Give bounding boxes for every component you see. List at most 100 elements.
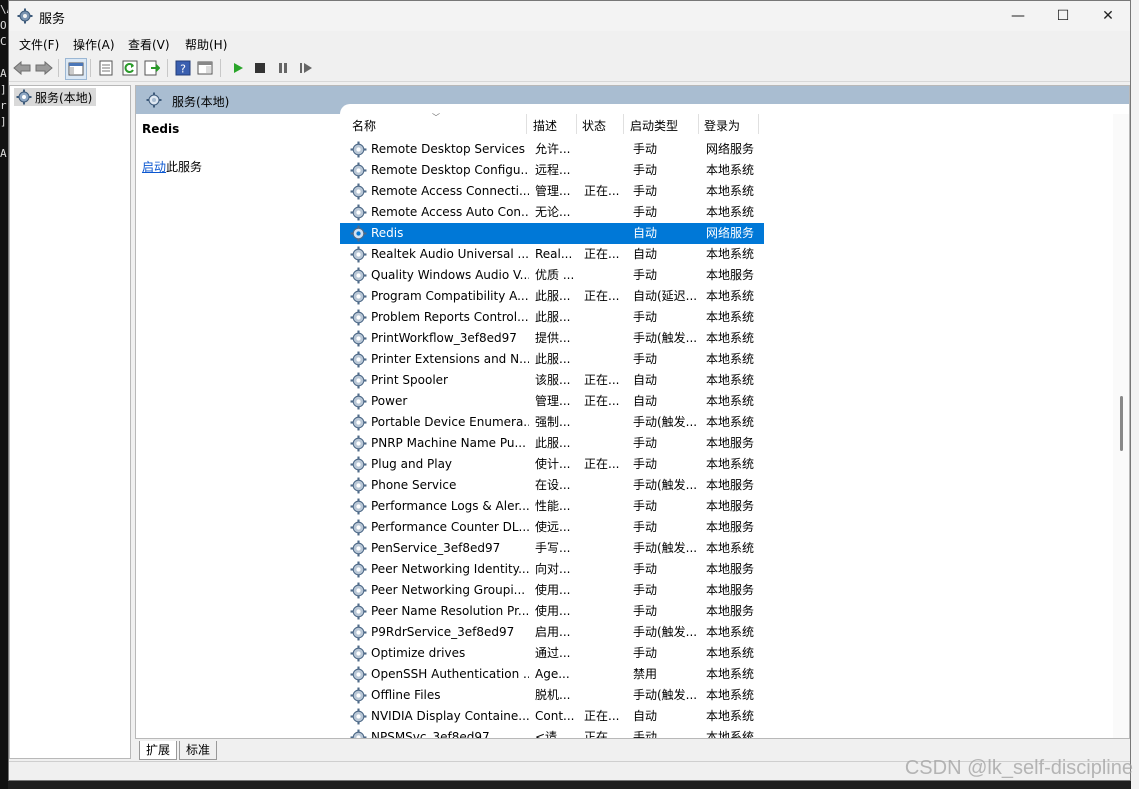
service-name: PNRP Machine Name Pu... bbox=[371, 436, 526, 450]
back-arrow-icon[interactable] bbox=[12, 58, 32, 78]
service-row[interactable]: Optimize drives 通过... 手动 本地系统 bbox=[340, 643, 764, 664]
service-row[interactable]: Peer Networking Groupi... 使用... 手动 本地服务 bbox=[340, 580, 764, 601]
service-row[interactable]: Peer Name Resolution Pr... 使用... 手动 本地服务 bbox=[340, 601, 764, 622]
service-row[interactable]: Phone Service 在设... 手动(触发... 本地服务 bbox=[340, 475, 764, 496]
tree-item-services-local[interactable]: 服务(本地) bbox=[14, 88, 97, 106]
console-tree-icon[interactable] bbox=[65, 58, 87, 80]
panel-title: 服务(本地) bbox=[172, 95, 230, 109]
menu-action[interactable]: 操作(A) bbox=[73, 36, 115, 53]
service-row[interactable]: Remote Access Auto Con... 无论... 手动 本地系统 bbox=[340, 202, 764, 223]
selected-service-title: Redis bbox=[142, 122, 180, 136]
start-service-icon[interactable] bbox=[228, 58, 248, 78]
service-row[interactable]: Program Compatibility A... 此服... 正在... 自动(延… bbox=[340, 286, 764, 307]
service-description: 提供... bbox=[535, 331, 571, 345]
service-description: 通过... bbox=[535, 646, 571, 660]
service-startup-type: 手动(触发... bbox=[633, 688, 698, 702]
service-row[interactable]: PrintWorkflow_3ef8ed97 提供... 手动(触发... 本地系统 bbox=[340, 328, 764, 349]
service-row[interactable]: Performance Counter DL... 使远... 手动 本地服务 bbox=[340, 517, 764, 538]
menu-bar: 文件(F) 操作(A) 查看(V) 帮助(H) bbox=[9, 33, 1130, 53]
service-gear-icon bbox=[350, 498, 367, 515]
service-name: NPSMSvc_3ef8ed97 bbox=[371, 730, 490, 738]
service-row[interactable]: Plug and Play 使计... 正在... 手动 本地系统 bbox=[340, 454, 764, 475]
service-row[interactable]: Printer Extensions and N... 此服... 手动 本地系统 bbox=[340, 349, 764, 370]
title-bar[interactable]: 服务 — ☐ ✕ bbox=[9, 1, 1130, 31]
service-row[interactable]: PenService_3ef8ed97 手写... 手动(触发... 本地系统 bbox=[340, 538, 764, 559]
service-row[interactable]: OpenSSH Authentication ... Age... 禁用 本地系统 bbox=[340, 664, 764, 685]
pause-service-icon[interactable] bbox=[273, 58, 293, 78]
service-logon-as: 本地服务 bbox=[706, 604, 755, 618]
stop-service-icon[interactable] bbox=[250, 58, 270, 78]
menu-view[interactable]: 查看(V) bbox=[128, 36, 170, 53]
service-row[interactable]: Print Spooler 该服... 正在... 自动 本地系统 bbox=[340, 370, 764, 391]
service-description: 此服... bbox=[535, 289, 571, 303]
service-row[interactable]: Offline Files 脱机... 手动(触发... 本地系统 bbox=[340, 685, 764, 706]
tab-standard[interactable]: 标准 bbox=[179, 741, 218, 760]
service-name: PrintWorkflow_3ef8ed97 bbox=[371, 331, 517, 345]
menu-help[interactable]: 帮助(H) bbox=[185, 36, 227, 53]
service-gear-icon bbox=[350, 309, 367, 326]
service-name: Portable Device Enumera... bbox=[371, 415, 529, 429]
export-list-icon[interactable] bbox=[142, 58, 162, 78]
close-button[interactable]: ✕ bbox=[1085, 1, 1130, 31]
service-row[interactable]: Remote Desktop Services 允许... 手动 网络服务 bbox=[340, 139, 764, 160]
console-view-icon[interactable] bbox=[195, 58, 215, 78]
service-gear-icon bbox=[350, 414, 367, 431]
column-header-description[interactable]: 描述 bbox=[533, 119, 557, 133]
service-description: 此服... bbox=[535, 310, 571, 324]
forward-arrow-icon[interactable] bbox=[34, 58, 54, 78]
scrollbar-thumb[interactable] bbox=[1120, 396, 1123, 451]
minimize-button[interactable]: — bbox=[995, 1, 1041, 31]
service-row[interactable]: Performance Logs & Aler... 性能... 手动 本地服务 bbox=[340, 496, 764, 517]
service-row[interactable]: P9RdrService_3ef8ed97 启用... 手动(触发... 本地系统 bbox=[340, 622, 764, 643]
service-row[interactable]: NVIDIA Display Containe... Cont... 正在... 自动… bbox=[340, 706, 764, 727]
service-row[interactable]: Remote Desktop Configu... 远程... 手动 本地系统 bbox=[340, 160, 764, 181]
properties-icon[interactable] bbox=[96, 58, 116, 78]
service-row[interactable]: Peer Networking Identity... 向对... 手动 本地服务 bbox=[340, 559, 764, 580]
column-header-status[interactable]: 状态 bbox=[582, 119, 606, 133]
service-row[interactable]: Quality Windows Audio V... 优质 ... 手动 本地服务 bbox=[340, 265, 764, 286]
service-status: 正在... bbox=[584, 289, 620, 303]
vertical-scrollbar[interactable] bbox=[1113, 114, 1129, 738]
service-description: Real... bbox=[535, 247, 573, 261]
service-row[interactable]: Remote Access Connecti... 管理... 正在... 手动 本地系… bbox=[340, 181, 764, 202]
service-gear-icon bbox=[350, 372, 367, 389]
service-description: 脱机... bbox=[535, 688, 571, 702]
service-logon-as: 本地系统 bbox=[706, 709, 755, 723]
service-startup-type: 手动(触发... bbox=[633, 331, 698, 345]
service-gear-icon bbox=[350, 183, 367, 200]
service-name: Quality Windows Audio V... bbox=[371, 268, 529, 282]
service-description: 远程... bbox=[535, 163, 571, 177]
tree-item-label: 服务(本地) bbox=[35, 90, 93, 105]
service-gear-icon bbox=[350, 687, 367, 704]
start-service-link[interactable]: 启动 bbox=[142, 160, 166, 174]
service-description: 管理... bbox=[535, 394, 571, 408]
service-row[interactable]: PNRP Machine Name Pu... 此服... 手动 本地服务 bbox=[340, 433, 764, 454]
maximize-button[interactable]: ☐ bbox=[1040, 1, 1086, 31]
sort-chevron-down-icon: ﹀ bbox=[432, 113, 440, 122]
column-header-logon-as[interactable]: 登录为 bbox=[704, 119, 740, 133]
service-logon-as: 本地系统 bbox=[706, 394, 755, 408]
service-row[interactable]: Portable Device Enumera... 强制... 手动(触发... 本… bbox=[340, 412, 764, 433]
service-description: 手写... bbox=[535, 541, 571, 555]
service-logon-as: 网络服务 bbox=[706, 142, 755, 156]
service-status: 正在... bbox=[584, 457, 620, 471]
service-row[interactable]: Power 管理... 正在... 自动 本地系统 bbox=[340, 391, 764, 412]
service-row[interactable]: NPSMSvc_3ef8ed97 <请... 正在... 手动 本地系统 bbox=[340, 727, 764, 738]
service-gear-icon bbox=[350, 666, 367, 683]
tab-extended[interactable]: 扩展 bbox=[139, 741, 178, 760]
service-startup-type: 手动(触发... bbox=[633, 541, 698, 555]
service-row[interactable]: Realtek Audio Universal ... Real... 正在... 自… bbox=[340, 244, 764, 265]
refresh-icon[interactable] bbox=[120, 58, 140, 78]
service-startup-type: 手动 bbox=[633, 499, 658, 513]
service-row[interactable]: Redis 自动 网络服务 bbox=[340, 223, 764, 244]
help-icon[interactable]: ? bbox=[173, 58, 193, 78]
service-description: Cont... bbox=[535, 709, 575, 723]
service-row[interactable]: Problem Reports Control... 此服... 手动 本地系统 bbox=[340, 307, 764, 328]
column-header-name[interactable]: 名称 bbox=[352, 119, 376, 133]
service-logon-as: 本地服务 bbox=[706, 478, 755, 492]
service-startup-type: 禁用 bbox=[633, 667, 658, 681]
column-header-startup-type[interactable]: 启动类型 bbox=[630, 119, 678, 133]
service-startup-type: 手动 bbox=[633, 562, 658, 576]
menu-file[interactable]: 文件(F) bbox=[19, 36, 59, 53]
restart-service-icon[interactable] bbox=[296, 58, 316, 78]
